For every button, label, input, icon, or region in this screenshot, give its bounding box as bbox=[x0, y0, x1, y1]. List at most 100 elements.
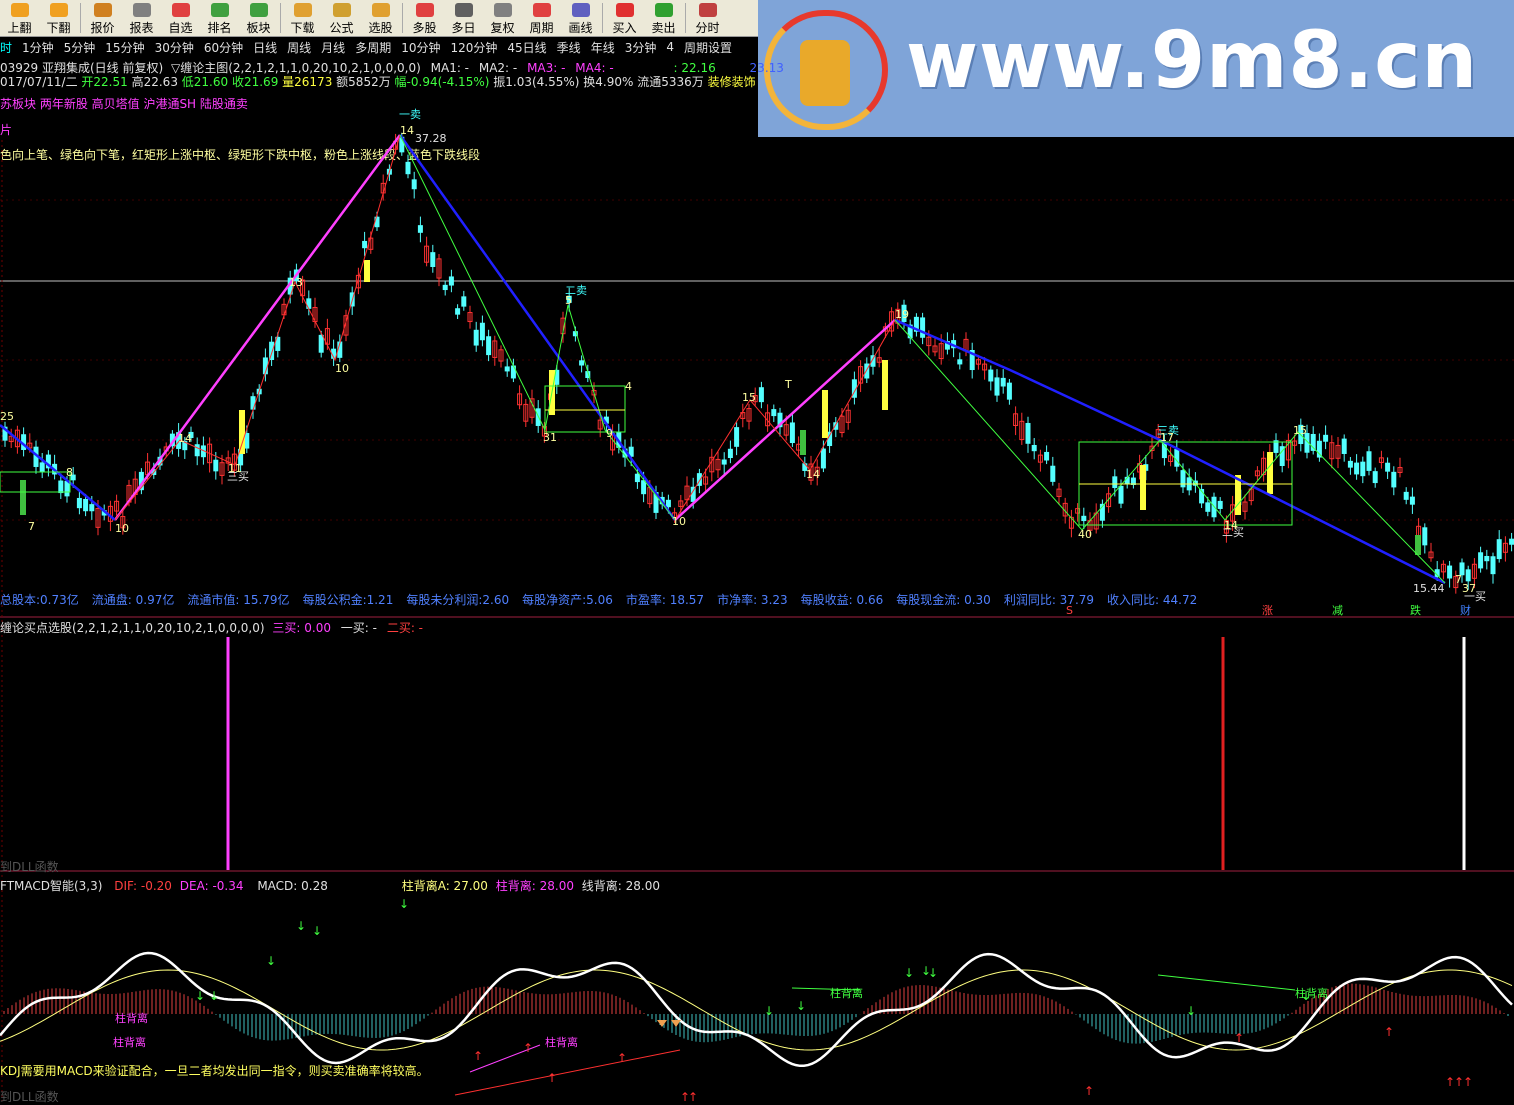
pivot-label: 9 bbox=[606, 427, 613, 440]
down-arrow-icon: ↓ bbox=[399, 897, 409, 911]
pivot-label: 15 bbox=[742, 391, 756, 404]
pivot-label: 8 bbox=[66, 466, 73, 479]
divergence-line bbox=[1157, 974, 1296, 991]
candle-body bbox=[479, 322, 485, 341]
candle-body bbox=[1044, 451, 1050, 461]
candle-body bbox=[579, 360, 585, 366]
up-arrow-icon: ↑ bbox=[1463, 1075, 1473, 1089]
up-arrow-icon: ↑ bbox=[523, 1041, 533, 1055]
pivot-label: 17 bbox=[1160, 431, 1174, 444]
candle-body bbox=[771, 409, 777, 417]
fundamental-item: 每股净资产:5.06 bbox=[522, 593, 613, 607]
candle-body bbox=[76, 497, 82, 509]
pivot-label: 14 bbox=[178, 432, 192, 445]
candle-body bbox=[1360, 461, 1366, 477]
buy2-value: 二买: - bbox=[386, 621, 424, 635]
up-arrow-icon: ↑ bbox=[1234, 1031, 1244, 1045]
buy1-value: 一买: - bbox=[340, 621, 377, 635]
candle-body bbox=[430, 252, 436, 267]
candle-body bbox=[89, 504, 95, 512]
candle-body bbox=[1465, 569, 1471, 582]
fundamental-item: 利润同比: 37.79 bbox=[1003, 593, 1095, 607]
status-marker: 跌 bbox=[1410, 603, 1421, 617]
buy-panel-title[interactable]: 缠论买点选股(2,2,1,2,1,1,0,20,10,2,1,0,0,0,0) bbox=[0, 621, 265, 635]
candle-body bbox=[1391, 471, 1397, 488]
candle-body bbox=[1205, 502, 1211, 512]
candle-body bbox=[1341, 438, 1347, 454]
signal-bar bbox=[1267, 452, 1273, 494]
candle-body bbox=[442, 284, 448, 291]
up-arrow-icon: ↑ bbox=[617, 1051, 627, 1065]
pivot-label: 10 bbox=[115, 522, 129, 535]
candle-body bbox=[820, 448, 826, 469]
candle-body bbox=[864, 363, 870, 379]
macd-panel-header: FTMACD智能(3,3) DIF: -0.20 DEA: -0.34 MACD… bbox=[0, 877, 660, 894]
bar-divergence-tag: 柱背离 bbox=[115, 1011, 148, 1025]
up-arrow-icon: ↑ bbox=[473, 1049, 483, 1063]
candle-body bbox=[244, 433, 250, 449]
down-arrow-icon: ↓ bbox=[209, 989, 219, 1003]
fundamentals-bar: 总股本:0.73亿 流通盘: 0.97亿 流通市值: 15.79亿 每股公积金:1.2… bbox=[0, 591, 1197, 608]
sell1-label: 一卖 bbox=[399, 108, 421, 121]
down-arrow-icon: ↓ bbox=[1301, 989, 1311, 1003]
macd-footer: 到DLL函数 bbox=[0, 1090, 59, 1104]
dea-line bbox=[0, 969, 1513, 1051]
bar-divergence-a: 柱背离A: 27.00 bbox=[401, 879, 488, 893]
candle-body bbox=[1112, 476, 1118, 489]
pivot-label: 4 bbox=[625, 380, 632, 393]
candle-body bbox=[634, 473, 640, 483]
down-arrow-icon: ↓ bbox=[764, 1004, 774, 1018]
fundamental-item: 每股收益: 0.66 bbox=[800, 593, 884, 607]
bar-divergence-tag: 柱背离 bbox=[113, 1035, 146, 1049]
candle-body bbox=[988, 369, 994, 382]
bar-divergence: 柱背离: 28.00 bbox=[495, 879, 574, 893]
peak-price: 37.28 bbox=[415, 132, 447, 145]
down-arrow-icon: ↓ bbox=[312, 924, 322, 938]
candle-body bbox=[194, 444, 200, 457]
candle-body bbox=[734, 427, 740, 447]
candle-body bbox=[665, 499, 671, 508]
candle-body bbox=[455, 308, 461, 315]
candle-body bbox=[1366, 451, 1372, 471]
pivot-label: 10 bbox=[672, 515, 686, 528]
candle-body bbox=[758, 387, 764, 403]
signal-bar bbox=[239, 410, 245, 454]
up-arrow-icon: ↑ bbox=[547, 1071, 557, 1085]
candle-body bbox=[1000, 377, 1006, 387]
pivot-label: T bbox=[784, 378, 792, 391]
pivot-label: 7 bbox=[28, 520, 35, 533]
candle-body bbox=[1490, 556, 1496, 575]
candle-body bbox=[1478, 552, 1484, 569]
candle-body bbox=[727, 448, 733, 459]
bar-divergence-tag: 柱背离 bbox=[830, 986, 863, 1000]
downtrend-segment bbox=[398, 134, 677, 521]
fundamental-item: 流通市值: 15.79亿 bbox=[187, 593, 290, 607]
pivot-label: 7 bbox=[1455, 573, 1462, 586]
signal-bar bbox=[882, 360, 888, 410]
kline-chart[interactable]: 一卖37.28二卖三卖三买二买一买15.44257 101411131014531… bbox=[0, 0, 1514, 1101]
candle-body bbox=[1273, 440, 1279, 453]
down-arrow-icon: ↓ bbox=[1186, 1004, 1196, 1018]
candle-body bbox=[39, 462, 45, 472]
signal-bar bbox=[1140, 465, 1146, 510]
bar-divergence-tag: 柱背离 bbox=[545, 1035, 578, 1049]
candle-body bbox=[58, 480, 64, 494]
candle-body bbox=[213, 459, 219, 472]
signal-bar bbox=[364, 260, 370, 282]
fundamental-item: 市盈率: 18.57 bbox=[625, 593, 705, 607]
candle-body bbox=[641, 480, 647, 495]
macd-title[interactable]: FTMACD智能(3,3) bbox=[0, 879, 102, 893]
candle-body bbox=[1496, 539, 1502, 560]
down-arrow-icon: ↓ bbox=[796, 999, 806, 1013]
candle-body bbox=[1217, 500, 1223, 509]
pivot-label: 37 bbox=[1462, 582, 1476, 595]
signal-bar bbox=[1415, 535, 1421, 555]
line-divergence: 线背离: 28.00 bbox=[581, 879, 661, 893]
down-arrow-icon: ↓ bbox=[904, 966, 914, 980]
candle-body bbox=[1323, 434, 1329, 442]
fundamental-item: 总股本:0.73亿 bbox=[0, 593, 79, 607]
candle-body bbox=[461, 296, 467, 307]
candle-body bbox=[1509, 538, 1514, 545]
pivot-label: 14 bbox=[400, 124, 414, 137]
candle-body bbox=[721, 459, 727, 465]
